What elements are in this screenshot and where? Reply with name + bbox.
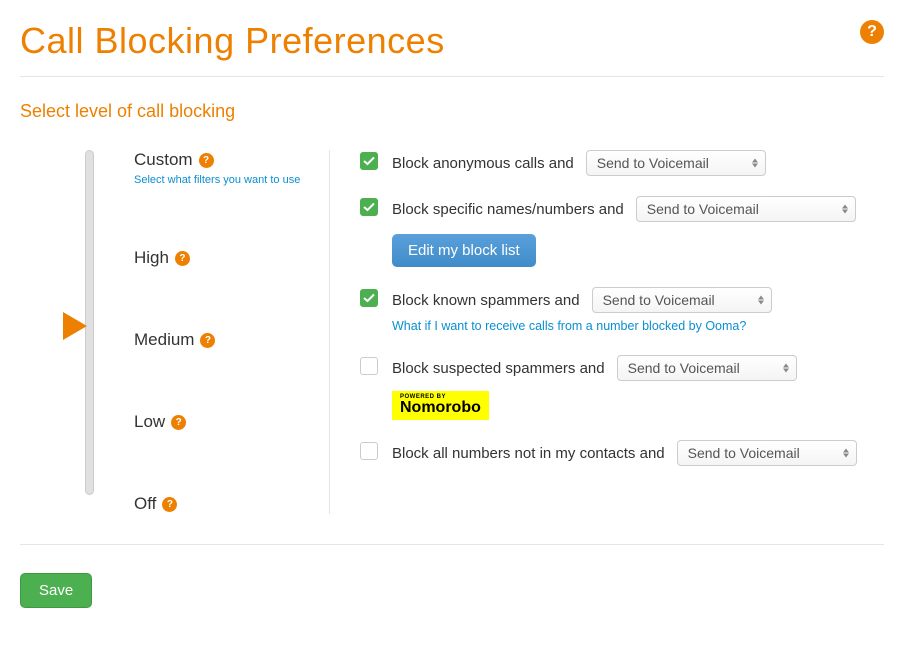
levels-list: Custom ? Select what filters you want to…	[100, 150, 330, 514]
save-button[interactable]: Save	[20, 573, 92, 608]
nomorobo-brand: Nomorobo	[400, 400, 481, 416]
help-icon[interactable]: ?	[162, 497, 177, 512]
level-high[interactable]: High ?	[134, 248, 329, 268]
select-arrows-icon	[758, 296, 764, 305]
select-specific-action[interactable]: Send to Voicemail	[636, 196, 856, 222]
select-value: Send to Voicemail	[597, 155, 709, 171]
options-list: Block anonymous calls and Send to Voicem…	[330, 150, 884, 514]
section-subtitle: Select level of call blocking	[20, 101, 884, 122]
page-title: Call Blocking Preferences	[20, 20, 445, 62]
option-contacts-only: Block all numbers not in my contacts and…	[360, 440, 884, 466]
level-label: Off	[134, 494, 156, 514]
option-label: Block known spammers and	[392, 292, 580, 309]
select-arrows-icon	[842, 205, 848, 214]
select-anonymous-action[interactable]: Send to Voicemail	[586, 150, 766, 176]
option-label: Block specific names/numbers and	[392, 201, 624, 218]
option-known-spammers: Block known spammers and Send to Voicema…	[360, 287, 884, 335]
level-medium[interactable]: Medium ?	[134, 330, 329, 350]
select-known-action[interactable]: Send to Voicemail	[592, 287, 772, 313]
option-label: Block suspected spammers and	[392, 360, 605, 377]
checkbox-suspected-spammers[interactable]	[360, 357, 378, 375]
select-value: Send to Voicemail	[603, 292, 715, 308]
select-value: Send to Voicemail	[628, 360, 740, 376]
checkbox-known-spammers[interactable]	[360, 289, 378, 307]
option-label: Block all numbers not in my contacts and	[392, 445, 665, 462]
select-arrows-icon	[843, 449, 849, 458]
option-label: Block anonymous calls and	[392, 155, 574, 172]
help-icon[interactable]: ?	[199, 153, 214, 168]
select-arrows-icon	[783, 364, 789, 373]
nomorobo-badge: POWERED BY Nomorobo	[392, 391, 489, 420]
checkbox-contacts-only[interactable]	[360, 442, 378, 460]
level-label: High	[134, 248, 169, 268]
divider	[20, 76, 884, 77]
help-icon[interactable]: ?	[860, 20, 884, 44]
help-icon[interactable]: ?	[200, 333, 215, 348]
checkbox-specific[interactable]	[360, 198, 378, 216]
option-anonymous: Block anonymous calls and Send to Voicem…	[360, 150, 884, 176]
level-label: Low	[134, 412, 165, 432]
option-specific: Block specific names/numbers and Send to…	[360, 196, 884, 267]
level-label: Medium	[134, 330, 194, 350]
level-slider-track-container	[60, 150, 100, 514]
level-custom-desc-link[interactable]: Select what filters you want to use	[134, 174, 329, 186]
level-low[interactable]: Low ?	[134, 412, 329, 432]
select-suspected-action[interactable]: Send to Voicemail	[617, 355, 797, 381]
help-icon[interactable]: ?	[171, 415, 186, 430]
level-custom[interactable]: Custom ? Select what filters you want to…	[134, 150, 329, 186]
checkbox-anonymous[interactable]	[360, 152, 378, 170]
slider-indicator-arrow-icon[interactable]	[63, 312, 87, 340]
ooma-blocked-link[interactable]: What if I want to receive calls from a n…	[392, 319, 746, 333]
select-value: Send to Voicemail	[688, 445, 800, 461]
select-contacts-action[interactable]: Send to Voicemail	[677, 440, 857, 466]
select-value: Send to Voicemail	[647, 201, 759, 217]
level-off[interactable]: Off ?	[134, 494, 329, 514]
level-label: Custom	[134, 150, 193, 170]
select-arrows-icon	[752, 159, 758, 168]
option-suspected-spammers: Block suspected spammers and Send to Voi…	[360, 355, 884, 420]
help-icon[interactable]: ?	[175, 251, 190, 266]
edit-block-list-button[interactable]: Edit my block list	[392, 234, 536, 267]
